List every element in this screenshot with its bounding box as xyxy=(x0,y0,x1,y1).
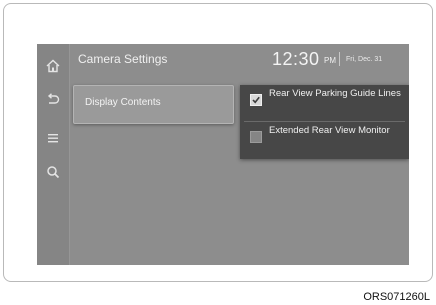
display-contents-button[interactable]: Display Contents xyxy=(73,85,234,124)
option-label: Rear View Parking Guide Lines xyxy=(269,88,401,99)
home-icon[interactable] xyxy=(45,58,61,74)
option-label: Extended Rear View Monitor xyxy=(269,125,390,136)
menu-icon[interactable] xyxy=(45,130,61,146)
clock-time: 12:30 xyxy=(272,49,320,69)
infotainment-screen: Camera Settings 12:30 PM Fri, Dec. 31 Di… xyxy=(37,44,409,265)
search-icon[interactable] xyxy=(45,164,61,180)
page-title: Camera Settings xyxy=(78,52,168,66)
figure-code: ORS071260L xyxy=(363,291,430,303)
sidebar xyxy=(37,44,70,265)
checkbox-unchecked[interactable] xyxy=(250,131,262,143)
option-rear-view-parking-guide-lines[interactable]: Rear View Parking Guide Lines xyxy=(240,85,409,122)
back-icon[interactable] xyxy=(45,92,61,108)
display-contents-label: Display Contents xyxy=(85,97,161,108)
header-divider xyxy=(339,52,340,66)
option-extended-rear-view-monitor[interactable]: Extended Rear View Monitor xyxy=(240,122,409,159)
checkbox-checked[interactable] xyxy=(250,94,262,106)
clock-ampm: PM xyxy=(324,56,336,65)
clock-date: Fri, Dec. 31 xyxy=(346,56,383,63)
display-contents-options: Rear View Parking Guide Lines Extended R… xyxy=(240,85,409,159)
